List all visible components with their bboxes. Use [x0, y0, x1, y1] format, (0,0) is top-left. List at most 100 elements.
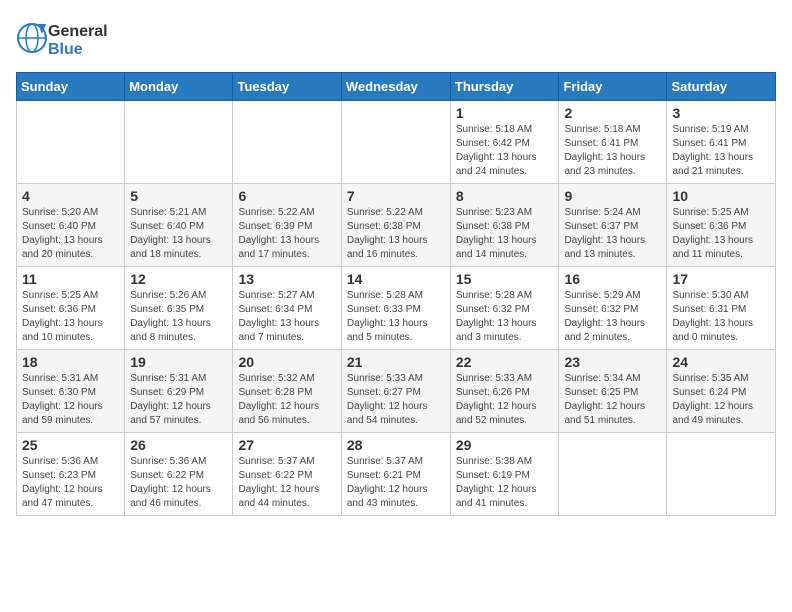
day-info: Sunrise: 5:25 AM Sunset: 6:36 PM Dayligh…: [22, 289, 119, 345]
day-info: Sunrise: 5:28 AM Sunset: 6:33 PM Dayligh…: [347, 289, 445, 345]
logo-svg: GeneralBlue: [16, 16, 126, 60]
day-number: 18: [22, 354, 119, 370]
calendar-cell: 19Sunrise: 5:31 AM Sunset: 6:29 PM Dayli…: [125, 350, 233, 433]
day-number: 4: [22, 188, 119, 204]
day-info: Sunrise: 5:35 AM Sunset: 6:24 PM Dayligh…: [672, 372, 770, 428]
day-number: 13: [238, 271, 335, 287]
calendar-cell: 18 Sunrise: 5:31 AM Sunset: 6:30 PM Dayli…: [17, 350, 125, 433]
day-number: 8: [456, 188, 554, 204]
day-info: Sunrise: 5:22 AM Sunset: 6:38 PM Dayligh…: [347, 206, 445, 262]
day-number: 19: [130, 354, 227, 370]
weekday-header: Tuesday: [233, 73, 341, 101]
day-number: 23: [564, 354, 661, 370]
day-info: Sunrise: 5:36 AM Sunset: 6:22 PM Dayligh…: [130, 455, 227, 511]
calendar-cell: 1 Sunrise: 5:18 AM Sunset: 6:42 PM Daylig…: [450, 101, 559, 184]
day-number: 3: [672, 105, 770, 121]
day-info: Sunrise: 5:24 AM Sunset: 6:37 PM Dayligh…: [564, 206, 661, 262]
calendar-cell: 3 Sunrise: 5:19 AM Sunset: 6:41 PM Daylig…: [667, 101, 776, 184]
day-info: Sunrise: 5:18 AM Sunset: 6:42 PM Dayligh…: [456, 123, 554, 179]
calendar-cell: 11 Sunrise: 5:25 AM Sunset: 6:36 PM Dayli…: [17, 267, 125, 350]
calendar-week-row: 18 Sunrise: 5:31 AM Sunset: 6:30 PM Dayli…: [17, 350, 776, 433]
logo: GeneralBlue: [16, 16, 126, 60]
day-info: Sunrise: 5:31 AM Sunset: 6:30 PM Dayligh…: [22, 372, 119, 428]
day-info: Sunrise: 5:36 AM Sunset: 6:23 PM Dayligh…: [22, 455, 119, 511]
day-info: Sunrise: 5:37 AM Sunset: 6:21 PM Dayligh…: [347, 455, 445, 511]
calendar-cell: [125, 101, 233, 184]
calendar-cell: 10Sunrise: 5:25 AM Sunset: 6:36 PM Dayli…: [667, 184, 776, 267]
weekday-header: Thursday: [450, 73, 559, 101]
day-info: Sunrise: 5:23 AM Sunset: 6:38 PM Dayligh…: [456, 206, 554, 262]
day-number: 29: [456, 437, 554, 453]
weekday-header: Friday: [559, 73, 667, 101]
calendar-cell: 16Sunrise: 5:29 AM Sunset: 6:32 PM Dayli…: [559, 267, 667, 350]
calendar-cell: 21 Sunrise: 5:33 AM Sunset: 6:27 PM Dayli…: [341, 350, 450, 433]
calendar-cell: 4 Sunrise: 5:20 AM Sunset: 6:40 PM Daylig…: [17, 184, 125, 267]
calendar-cell: 6Sunrise: 5:22 AM Sunset: 6:39 PM Daylig…: [233, 184, 341, 267]
day-number: 12: [130, 271, 227, 287]
day-number: 17: [672, 271, 770, 287]
calendar-cell: 7 Sunrise: 5:22 AM Sunset: 6:38 PM Daylig…: [341, 184, 450, 267]
day-number: 2: [564, 105, 661, 121]
calendar-cell: 26 Sunrise: 5:36 AM Sunset: 6:22 PM Dayli…: [125, 433, 233, 516]
weekday-header: Monday: [125, 73, 233, 101]
calendar-cell: [559, 433, 667, 516]
day-info: Sunrise: 5:30 AM Sunset: 6:31 PM Dayligh…: [672, 289, 770, 345]
day-info: Sunrise: 5:19 AM Sunset: 6:41 PM Dayligh…: [672, 123, 770, 179]
calendar-cell: 5 Sunrise: 5:21 AM Sunset: 6:40 PM Daylig…: [125, 184, 233, 267]
calendar-header-row: SundayMondayTuesdayWednesdayThursdayFrid…: [17, 73, 776, 101]
calendar-cell: [17, 101, 125, 184]
calendar-cell: 9 Sunrise: 5:24 AM Sunset: 6:37 PM Daylig…: [559, 184, 667, 267]
calendar-cell: 28 Sunrise: 5:37 AM Sunset: 6:21 PM Dayli…: [341, 433, 450, 516]
calendar-cell: [341, 101, 450, 184]
day-number: 21: [347, 354, 445, 370]
day-number: 15: [456, 271, 554, 287]
day-number: 9: [564, 188, 661, 204]
calendar-cell: 27 Sunrise: 5:37 AM Sunset: 6:22 PM Dayli…: [233, 433, 341, 516]
svg-text:Blue: Blue: [48, 41, 83, 58]
weekday-header: Sunday: [17, 73, 125, 101]
calendar-cell: 17 Sunrise: 5:30 AM Sunset: 6:31 PM Dayli…: [667, 267, 776, 350]
calendar-cell: 13 Sunrise: 5:27 AM Sunset: 6:34 PM Dayli…: [233, 267, 341, 350]
day-number: 6: [238, 188, 335, 204]
day-number: 14: [347, 271, 445, 287]
day-number: 11: [22, 271, 119, 287]
svg-text:General: General: [48, 23, 108, 40]
header: GeneralBlue: [16, 16, 776, 60]
day-info: Sunrise: 5:27 AM Sunset: 6:34 PM Dayligh…: [238, 289, 335, 345]
weekday-header: Saturday: [667, 73, 776, 101]
day-info: Sunrise: 5:34 AM Sunset: 6:25 PM Dayligh…: [564, 372, 661, 428]
calendar-week-row: 1 Sunrise: 5:18 AM Sunset: 6:42 PM Daylig…: [17, 101, 776, 184]
day-number: 26: [130, 437, 227, 453]
day-info: Sunrise: 5:18 AM Sunset: 6:41 PM Dayligh…: [564, 123, 661, 179]
day-number: 27: [238, 437, 335, 453]
calendar-cell: [667, 433, 776, 516]
calendar-cell: 23 Sunrise: 5:34 AM Sunset: 6:25 PM Dayli…: [559, 350, 667, 433]
day-info: Sunrise: 5:26 AM Sunset: 6:35 PM Dayligh…: [130, 289, 227, 345]
day-info: Sunrise: 5:29 AM Sunset: 6:32 PM Dayligh…: [564, 289, 661, 345]
calendar-cell: 15Sunrise: 5:28 AM Sunset: 6:32 PM Dayli…: [450, 267, 559, 350]
calendar-cell: 20 Sunrise: 5:32 AM Sunset: 6:28 PM Dayli…: [233, 350, 341, 433]
calendar-cell: 12 Sunrise: 5:26 AM Sunset: 6:35 PM Dayli…: [125, 267, 233, 350]
day-number: 28: [347, 437, 445, 453]
day-number: 5: [130, 188, 227, 204]
day-number: 7: [347, 188, 445, 204]
day-info: Sunrise: 5:20 AM Sunset: 6:40 PM Dayligh…: [22, 206, 119, 262]
day-number: 24: [672, 354, 770, 370]
day-info: Sunrise: 5:37 AM Sunset: 6:22 PM Dayligh…: [238, 455, 335, 511]
calendar-cell: 25Sunrise: 5:36 AM Sunset: 6:23 PM Dayli…: [17, 433, 125, 516]
day-info: Sunrise: 5:21 AM Sunset: 6:40 PM Dayligh…: [130, 206, 227, 262]
calendar-cell: 14 Sunrise: 5:28 AM Sunset: 6:33 PM Dayli…: [341, 267, 450, 350]
day-number: 22: [456, 354, 554, 370]
day-info: Sunrise: 5:32 AM Sunset: 6:28 PM Dayligh…: [238, 372, 335, 428]
day-info: Sunrise: 5:38 AM Sunset: 6:19 PM Dayligh…: [456, 455, 554, 511]
calendar-cell: 29 Sunrise: 5:38 AM Sunset: 6:19 PM Dayli…: [450, 433, 559, 516]
weekday-header: Wednesday: [341, 73, 450, 101]
day-info: Sunrise: 5:33 AM Sunset: 6:26 PM Dayligh…: [456, 372, 554, 428]
calendar-week-row: 25Sunrise: 5:36 AM Sunset: 6:23 PM Dayli…: [17, 433, 776, 516]
day-number: 20: [238, 354, 335, 370]
day-info: Sunrise: 5:33 AM Sunset: 6:27 PM Dayligh…: [347, 372, 445, 428]
calendar-cell: 24 Sunrise: 5:35 AM Sunset: 6:24 PM Dayli…: [667, 350, 776, 433]
calendar-table: SundayMondayTuesdayWednesdayThursdayFrid…: [16, 72, 776, 516]
day-number: 1: [456, 105, 554, 121]
calendar-cell: 2 Sunrise: 5:18 AM Sunset: 6:41 PM Daylig…: [559, 101, 667, 184]
